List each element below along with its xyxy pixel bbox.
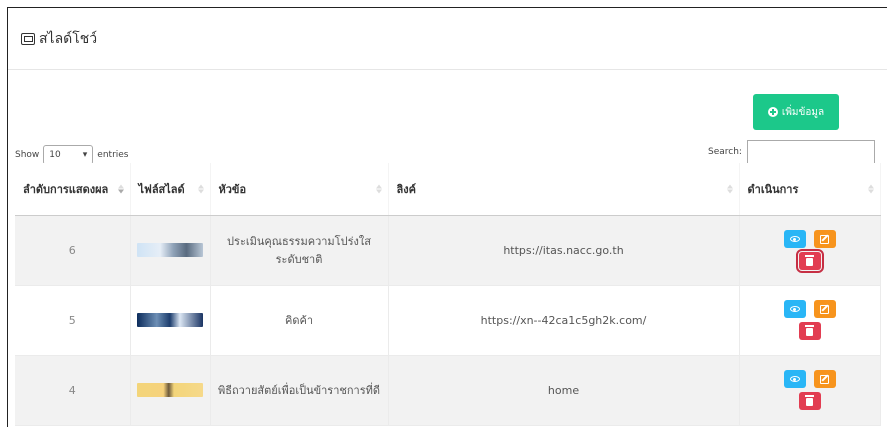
cell-title: พิธีถวายสัตย์เพื่อเป็นข้าราชการที่ดี (210, 355, 389, 426)
add-data-button[interactable]: เพิ่มข้อมูล (753, 94, 839, 130)
col-header-actions-label: ดำเนินการ (747, 182, 799, 196)
length-menu: Show 10 ▾ entries (15, 145, 129, 165)
cell-title: คิดค้า (210, 285, 389, 356)
page-title: สไลด์โชว์ (21, 28, 97, 50)
cell-order: 6 (15, 215, 131, 286)
edit-icon (820, 234, 829, 244)
col-header-link-label: ลิงค์ (396, 182, 416, 196)
cell-file (130, 285, 211, 356)
edit-button[interactable] (813, 370, 836, 388)
trash-icon (805, 325, 814, 336)
search-input[interactable] (746, 140, 875, 164)
slides-table: ลำดับการแสดงผล ไฟล์สไลด์ หัวข้อ ลิงค์ ดำ… (15, 163, 881, 426)
col-header-file-label: ไฟล์สไลด์ (138, 182, 185, 196)
add-data-label: เพิ่มข้อมูล (781, 106, 825, 118)
sort-icon (197, 184, 204, 194)
col-header-order[interactable]: ลำดับการแสดงผล (15, 163, 131, 216)
length-entries-label: entries (97, 150, 129, 160)
edit-button[interactable] (813, 300, 836, 318)
entries-value: 10 (49, 150, 61, 160)
search-label: Search: (708, 147, 742, 157)
cell-link: https://itas.nacc.go.th (388, 215, 740, 286)
entries-select[interactable]: 10 ▾ (43, 145, 94, 165)
col-header-order-label: ลำดับการแสดงผล (23, 182, 109, 196)
sort-icon (117, 184, 124, 194)
trash-icon (805, 395, 814, 406)
table-row: 6 ประเมินคุณธรรมความโปร่งใส ระดับชาติ ht… (15, 215, 881, 286)
cell-order: 5 (15, 285, 131, 356)
cell-order: 4 (15, 355, 131, 426)
table-row: 5 คิดค้า https://xn--42ca1c5gh2k.com/ (15, 285, 881, 356)
eye-icon (789, 376, 800, 382)
sort-icon (726, 184, 733, 194)
view-button[interactable] (783, 300, 806, 318)
edit-icon (820, 304, 829, 314)
eye-icon (789, 236, 800, 242)
col-header-title-label: หัวข้อ (218, 182, 247, 196)
table-header-row: ลำดับการแสดงผล ไฟล์สไลด์ หัวข้อ ลิงค์ ดำ… (15, 163, 881, 216)
cell-actions (739, 355, 881, 426)
length-show-label: Show (15, 150, 40, 160)
sort-icon (375, 184, 382, 194)
cell-link: home (388, 355, 740, 426)
edit-icon (820, 374, 829, 384)
search-box: Search: (708, 140, 875, 164)
col-header-actions[interactable]: ดำเนินการ (739, 163, 881, 216)
page-title-text: สไลด์โชว์ (39, 30, 98, 47)
cell-file (130, 215, 211, 286)
view-button[interactable] (783, 230, 806, 248)
slide-thumbnail[interactable] (137, 313, 203, 327)
cell-file (130, 355, 211, 426)
table-row: 4 พิธีถวายสัตย์เพื่อเป็นข้าราชการที่ดี h… (15, 355, 881, 426)
view-button[interactable] (783, 370, 806, 388)
cell-title: ประเมินคุณธรรมความโปร่งใส ระดับชาติ (210, 215, 389, 286)
slideshow-icon (21, 32, 35, 45)
trash-icon (805, 255, 814, 266)
plus-circle-icon (767, 107, 778, 117)
sort-icon (867, 184, 874, 194)
cell-actions (739, 285, 881, 356)
delete-button[interactable] (798, 322, 821, 340)
col-header-file[interactable]: ไฟล์สไลด์ (130, 163, 211, 216)
cell-actions (739, 215, 881, 286)
col-header-link[interactable]: ลิงค์ (388, 163, 740, 216)
slide-thumbnail[interactable] (137, 383, 203, 397)
chevron-down-icon: ▾ (82, 150, 88, 160)
cell-link: https://xn--42ca1c5gh2k.com/ (388, 285, 740, 356)
slide-thumbnail[interactable] (137, 243, 203, 257)
col-header-title[interactable]: หัวข้อ (210, 163, 389, 216)
delete-button[interactable] (795, 249, 824, 273)
eye-icon (789, 306, 800, 312)
card-header: สไลด์โชว์ (8, 8, 887, 70)
edit-button[interactable] (813, 230, 836, 248)
delete-button[interactable] (798, 392, 821, 410)
